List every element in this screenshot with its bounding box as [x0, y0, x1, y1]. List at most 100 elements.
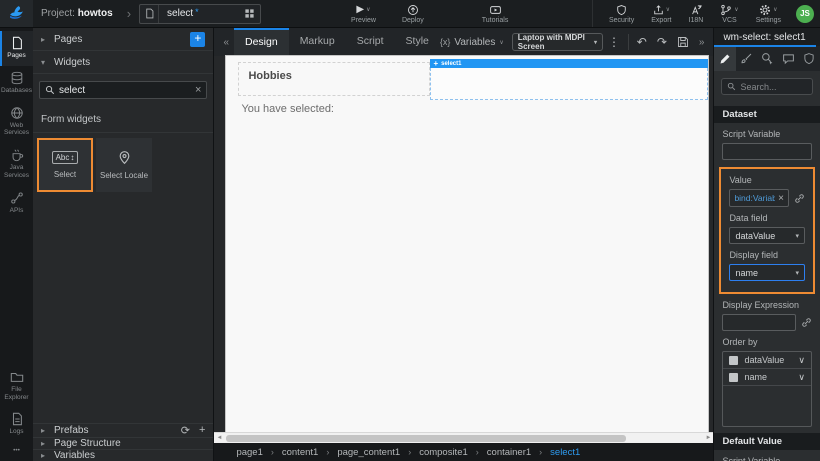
properties-panel-tabs: [714, 46, 820, 71]
page-structure-section-header[interactable]: ▸ Page Structure: [33, 438, 213, 450]
rail-item-databases[interactable]: Databases: [0, 66, 33, 101]
save-icon[interactable]: [672, 36, 694, 48]
tab-markup[interactable]: Markup: [289, 28, 346, 56]
breadcrumb-item-page-content1[interactable]: page_content1: [337, 447, 400, 458]
translate-icon: [690, 4, 702, 16]
property-search-input[interactable]: [740, 82, 807, 92]
data-field-select[interactable]: dataValue ▾: [729, 227, 805, 244]
bind-link-icon[interactable]: [801, 317, 812, 328]
chevron-right-icon: ▸: [41, 439, 48, 448]
breadcrumb-item-composite1[interactable]: composite1: [419, 447, 468, 458]
breadcrumb-separator-icon: ›: [476, 447, 479, 457]
deploy-icon: [407, 4, 419, 16]
order-by-option-datavalue[interactable]: dataValue ∨: [723, 352, 811, 369]
chevron-down-icon[interactable]: ∨: [798, 355, 805, 366]
order-by-option-name[interactable]: name ∨: [723, 369, 811, 386]
rail-item-pages[interactable]: Pages: [0, 31, 33, 66]
export-icon: [653, 4, 664, 16]
tab-style[interactable]: Style: [395, 28, 440, 56]
breadcrumb-item-container1[interactable]: container1: [487, 447, 531, 458]
select-widget-icon: Abc↕: [52, 151, 79, 164]
export-button[interactable]: ∨ Export: [647, 0, 675, 27]
rail-item-java-services[interactable]: Java Services: [0, 143, 33, 186]
log-document-icon: [10, 412, 24, 426]
value-binding-input[interactable]: bind:Variables.dataValues.dataSet ×: [729, 189, 789, 207]
display-expression-input[interactable]: [722, 314, 796, 331]
add-page-button[interactable]: +: [190, 32, 205, 47]
dropdown-arrow-icon: ▾: [594, 39, 597, 46]
display-field-select[interactable]: name ▾: [729, 264, 805, 281]
hobbies-label-widget[interactable]: Hobbies: [238, 62, 430, 96]
tab-security[interactable]: [799, 46, 820, 71]
tutorials-button[interactable]: Tutorials: [478, 0, 513, 27]
breadcrumb-item-content1[interactable]: content1: [282, 447, 318, 458]
rail-item-more[interactable]: •••: [0, 442, 33, 461]
i18n-button[interactable]: I18N: [685, 0, 708, 27]
security-button[interactable]: Security: [605, 0, 638, 27]
page-file-icon: [140, 5, 159, 23]
rail-item-logs[interactable]: Logs: [0, 407, 33, 442]
tab-styles[interactable]: [736, 46, 757, 71]
toolbar-divider: [628, 34, 629, 50]
widgets-section-header[interactable]: ▾ Widgets: [33, 51, 213, 74]
canvas-horizontal-scrollbar[interactable]: ◄ ►: [214, 432, 713, 443]
prefabs-section-header[interactable]: ▸ Prefabs ⟳ +: [33, 424, 213, 438]
database-icon: [10, 71, 24, 85]
tab-design[interactable]: Design: [234, 28, 289, 56]
checkbox-icon[interactable]: [729, 373, 738, 382]
tab-messages[interactable]: [778, 46, 799, 71]
variables-button[interactable]: {x} Variables ∨: [440, 37, 504, 48]
clear-search-icon[interactable]: ×: [195, 84, 201, 96]
select-widget-body[interactable]: [430, 68, 708, 100]
value-field: Value bind:Variables.dataValues.dataSet …: [724, 169, 810, 207]
widget-tile-select[interactable]: Abc↕ Select: [37, 138, 93, 192]
scroll-left-icon[interactable]: ◄: [216, 435, 222, 441]
add-prefab-icon[interactable]: +: [199, 424, 205, 437]
redo-icon[interactable]: ↷: [652, 36, 672, 48]
display-expression-field: Display Expression: [714, 294, 820, 331]
refresh-icon[interactable]: ⟳: [181, 424, 190, 437]
widget-search-input[interactable]: [59, 85, 191, 96]
device-selector[interactable]: Laptop with MDPI Screen ▾: [512, 33, 603, 51]
clear-binding-icon[interactable]: ×: [778, 193, 784, 204]
checkbox-icon[interactable]: [729, 356, 738, 365]
breadcrumb-item-page1[interactable]: page1: [236, 447, 262, 458]
variables-section-header[interactable]: ▸ Variables: [33, 450, 213, 461]
bind-link-icon[interactable]: [794, 193, 805, 204]
grid-view-icon[interactable]: [244, 8, 255, 19]
tab-events[interactable]: [757, 46, 778, 71]
vcs-button[interactable]: ∨ VCS: [716, 0, 742, 27]
widget-tile-select-locale[interactable]: Select Locale: [96, 138, 152, 192]
project-title: Project: howtos: [41, 8, 113, 19]
brush-icon: [740, 52, 753, 65]
tab-script[interactable]: Script: [346, 28, 395, 56]
more-dots-icon: •••: [13, 447, 20, 455]
open-page-tab[interactable]: select *: [139, 4, 261, 24]
user-avatar[interactable]: JS: [796, 5, 814, 23]
wavemaker-logo[interactable]: [0, 0, 33, 27]
selected-select-widget[interactable]: + select1: [430, 59, 708, 100]
collapse-left-panel-icon[interactable]: «: [218, 37, 234, 48]
rail-item-web-services[interactable]: Web Services: [0, 101, 33, 144]
cursor-select-icon: [761, 52, 774, 65]
scroll-right-icon[interactable]: ►: [705, 435, 711, 441]
tab-properties[interactable]: [714, 46, 735, 71]
script-variable-input[interactable]: [722, 143, 812, 160]
more-options-icon[interactable]: ⋮: [603, 36, 625, 48]
scrollbar-thumb[interactable]: [226, 435, 626, 442]
video-icon: [489, 4, 502, 16]
deploy-button[interactable]: Deploy: [398, 0, 428, 27]
you-have-selected-label[interactable]: You have selected:: [241, 103, 334, 115]
settings-button[interactable]: ∨ Settings: [752, 0, 785, 27]
undo-icon[interactable]: ↶: [632, 36, 652, 48]
shield-icon: [616, 4, 627, 16]
rail-item-apis[interactable]: APIs: [0, 186, 33, 221]
page-canvas[interactable]: Hobbies + select1 You have selected:: [226, 56, 708, 432]
widget-selection-bar[interactable]: + select1: [430, 59, 708, 68]
pages-section-header[interactable]: ▸ Pages +: [33, 28, 213, 51]
breadcrumb-item-select1[interactable]: select1: [550, 447, 580, 458]
chevron-down-icon[interactable]: ∨: [798, 372, 805, 383]
preview-button[interactable]: ▶∨ Preview: [347, 0, 380, 27]
rail-item-file-explorer[interactable]: File Explorer: [0, 365, 33, 408]
collapse-right-panel-icon[interactable]: »: [694, 37, 710, 48]
